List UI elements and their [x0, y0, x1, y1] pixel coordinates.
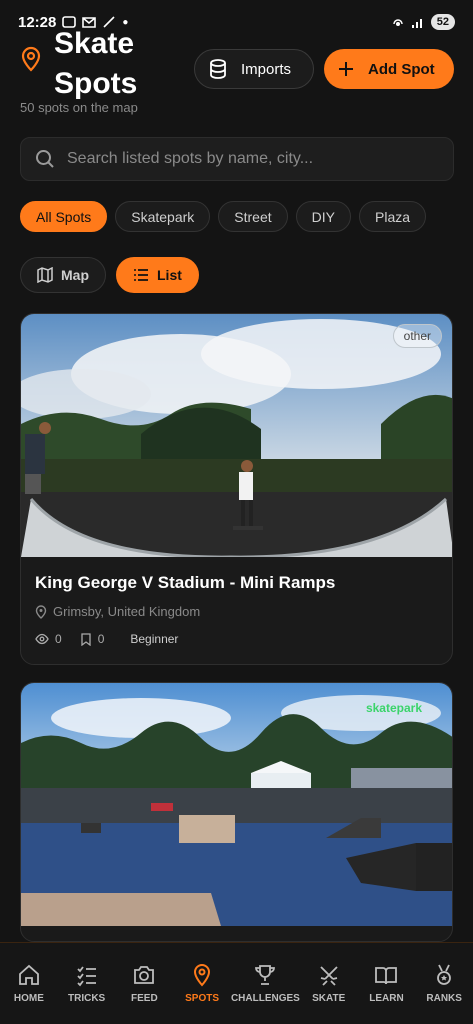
- list-icon: [134, 269, 148, 281]
- page-header: Skate Spots 50 spots on the map Imports …: [0, 22, 473, 122]
- search-input[interactable]: Search listed spots by name, city...: [20, 137, 454, 181]
- view-toggle: Map List: [20, 257, 199, 293]
- list-view-label: List: [157, 267, 182, 283]
- map-view-label: Map: [61, 267, 89, 283]
- add-spot-label: Add Spot: [368, 60, 435, 78]
- imports-button[interactable]: Imports: [194, 49, 314, 89]
- spot-location-text: Grimsby, United Kingdom: [53, 604, 201, 619]
- bottom-navigation: HOME TRICKS FEED SPOTS CHALLENGES SKATE …: [0, 942, 473, 1024]
- nav-feed-label: FEED: [131, 993, 158, 1004]
- crossed-swords-icon: [320, 966, 338, 986]
- nav-home[interactable]: HOME: [0, 943, 58, 1024]
- spot-photo: other: [21, 314, 452, 557]
- camera-icon: [134, 966, 155, 984]
- spot-title: King George V Stadium - Mini Ramps: [35, 573, 336, 592]
- bookmark-icon: [81, 632, 91, 646]
- difficulty-level: Beginner: [130, 632, 179, 646]
- eye-icon: [35, 633, 49, 645]
- book-icon: [375, 967, 398, 985]
- medal-icon: [437, 964, 452, 985]
- nav-spots[interactable]: SPOTS: [173, 943, 231, 1024]
- home-icon: [18, 964, 39, 985]
- spot-card[interactable]: other King George V Stadium - Mini Ramps…: [20, 313, 453, 665]
- spot-meta: 0 0 Beginner: [35, 632, 178, 646]
- nav-home-label: HOME: [13, 993, 44, 1004]
- nav-ranks-label: RANKS: [426, 993, 462, 1004]
- imports-label: Imports: [241, 60, 292, 78]
- view-count: 0: [55, 632, 62, 646]
- map-view-button[interactable]: Map: [20, 257, 106, 293]
- filter-skatepark[interactable]: Skatepark: [115, 201, 211, 232]
- spot-type-badge: skatepark: [365, 701, 422, 715]
- nav-skate[interactable]: SKATE: [300, 943, 358, 1024]
- nav-tricks[interactable]: TRICKS: [58, 943, 116, 1024]
- location-pin-icon: [21, 46, 41, 72]
- list-view-button[interactable]: List: [116, 257, 199, 293]
- nav-learn[interactable]: LEARN: [358, 943, 416, 1024]
- nav-challenges[interactable]: CHALLENGES: [231, 943, 300, 1024]
- location-pin-icon: [35, 604, 47, 619]
- filter-diy[interactable]: DIY: [295, 201, 351, 232]
- page-title: Skate Spots: [54, 27, 138, 100]
- spot-type-badge: other: [392, 324, 442, 348]
- nav-ranks[interactable]: RANKS: [415, 943, 473, 1024]
- search-placeholder: Search listed spots by name, city...: [67, 150, 314, 167]
- nav-feed[interactable]: FEED: [115, 943, 173, 1024]
- nav-learn-label: LEARN: [369, 993, 404, 1004]
- map-icon: [37, 267, 53, 283]
- filter-street[interactable]: Street: [218, 201, 288, 232]
- nav-challenges-label: CHALLENGES: [230, 993, 300, 1004]
- nav-spots-label: SPOTS: [185, 993, 220, 1004]
- filter-chips: All Spots Skatepark Street DIY Plaza: [20, 201, 473, 233]
- spot-card[interactable]: skatepark: [20, 682, 453, 942]
- spot-location: Grimsby, United Kingdom: [35, 604, 200, 619]
- plus-icon: [339, 62, 353, 76]
- add-spot-button[interactable]: Add Spot: [324, 49, 454, 89]
- location-pin-icon: [194, 963, 211, 987]
- filter-all-spots[interactable]: All Spots: [20, 201, 108, 232]
- nav-tricks-label: TRICKS: [67, 993, 106, 1004]
- filter-plaza[interactable]: Plaza: [359, 201, 427, 232]
- nav-skate-label: SKATE: [312, 993, 346, 1004]
- spot-photo: skatepark: [21, 683, 452, 926]
- spot-count: 50 spots on the map: [20, 100, 138, 115]
- save-count: 0: [97, 632, 105, 646]
- trophy-icon: [255, 965, 276, 985]
- database-icon: [210, 59, 226, 79]
- search-icon: [36, 150, 54, 168]
- checklist-icon: [76, 966, 96, 987]
